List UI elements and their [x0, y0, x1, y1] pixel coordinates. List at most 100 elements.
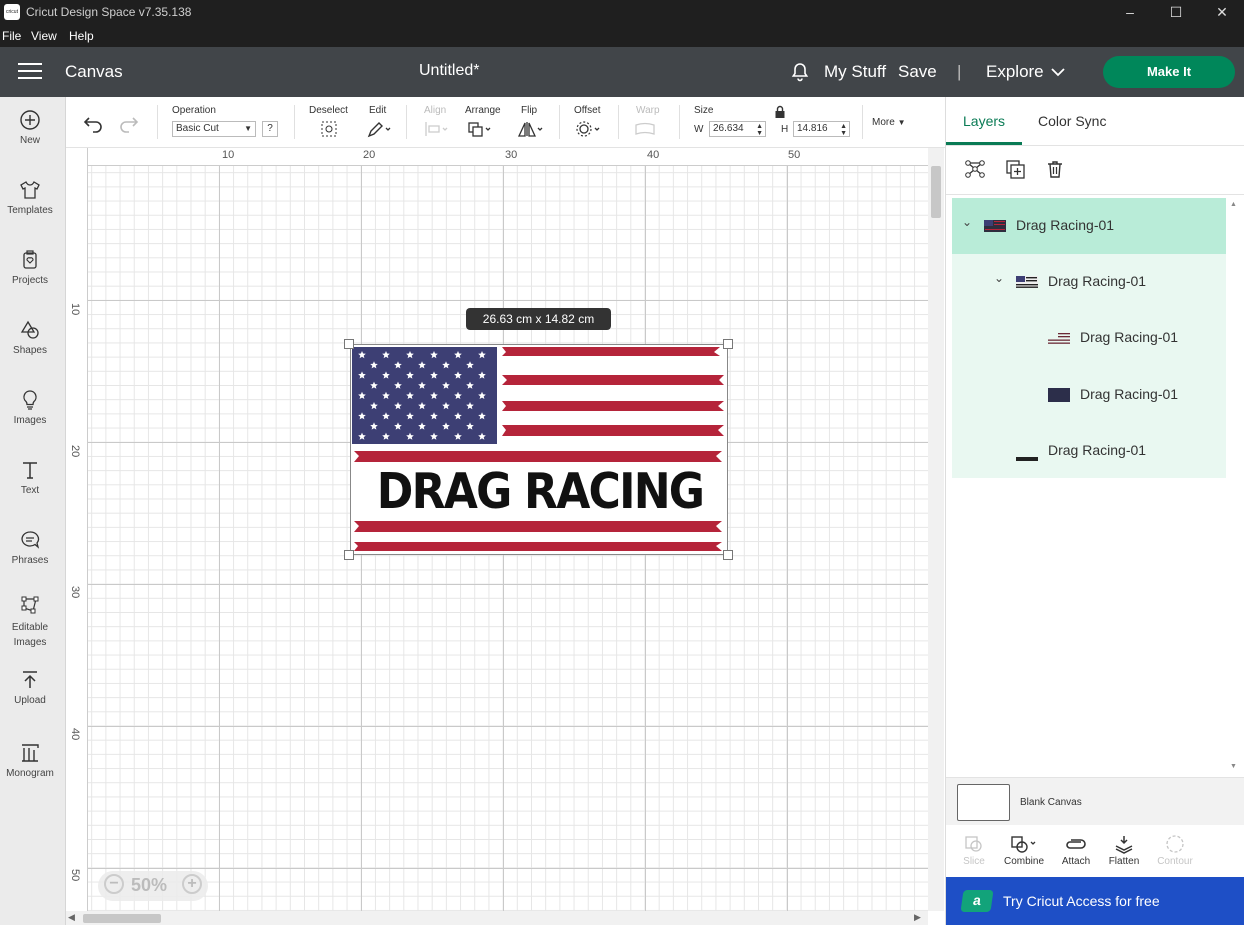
edit-pen-icon[interactable]: [366, 119, 394, 142]
ruler-tick-label: 30: [69, 586, 81, 599]
chevron-down-icon[interactable]: ⌄: [994, 271, 1004, 285]
menu-help[interactable]: Help: [69, 29, 94, 43]
scroll-left-arrow-icon[interactable]: ◀: [68, 912, 75, 923]
sidebar-label: Upload: [14, 695, 46, 706]
menu-file[interactable]: File: [2, 29, 21, 43]
height-input[interactable]: 14.816 ▲ ▼: [793, 121, 850, 137]
zoom-out-button[interactable]: −: [104, 874, 124, 894]
app-logo: cricut: [4, 4, 20, 20]
chevron-down-icon[interactable]: ⌄: [962, 215, 972, 229]
my-stuff-link[interactable]: My Stuff: [824, 62, 886, 82]
layer-row-stars[interactable]: Drag Racing-01: [952, 367, 1226, 423]
sidebar-label: Phrases: [11, 555, 49, 566]
blank-canvas-swatch[interactable]: [957, 784, 1010, 821]
tab-color-sync[interactable]: Color Sync: [1038, 113, 1106, 129]
minimize-button[interactable]: –: [1107, 0, 1153, 26]
more-menu[interactable]: More ▼: [872, 117, 906, 128]
sidebar-item-shapes[interactable]: Shapes: [0, 319, 60, 356]
menu-view[interactable]: View: [31, 29, 57, 43]
hamburger-menu-icon[interactable]: [18, 63, 42, 81]
explore-menu[interactable]: Explore: [986, 62, 1044, 82]
projects-icon: [19, 249, 41, 271]
flatten-label: Flatten: [1108, 856, 1140, 867]
layer-thumbnail: [984, 219, 1006, 232]
maximize-button[interactable]: ☐: [1153, 0, 1199, 26]
layer-name: Drag Racing-01: [1016, 217, 1115, 233]
close-window-button[interactable]: ✕: [1199, 0, 1244, 26]
try-cricut-access-text: Try Cricut Access for free: [1003, 893, 1160, 909]
offset-label: Offset: [574, 105, 601, 116]
flatten-button[interactable]: Flatten: [1098, 834, 1150, 867]
operation-select[interactable]: Basic Cut ▼: [172, 121, 256, 137]
edit-toolbar: Operation Basic Cut ▼ ? Deselect Edit Ali…: [66, 97, 945, 148]
tab-layers[interactable]: Layers: [963, 113, 1005, 129]
duplicate-icon[interactable]: [1005, 159, 1027, 184]
deselect-label: Deselect: [309, 105, 348, 116]
operation-value: Basic Cut: [176, 123, 219, 134]
layer-thumbnail: [1048, 331, 1070, 344]
ruler-tick-label: 40: [69, 728, 81, 741]
trash-icon[interactable]: [1045, 159, 1065, 184]
vertical-scrollbar[interactable]: [928, 148, 944, 911]
operation-help-button[interactable]: ?: [262, 121, 278, 137]
layer-row-subgroup[interactable]: ⌄ Drag Racing-01: [952, 254, 1226, 310]
make-it-button[interactable]: Make It: [1103, 56, 1235, 88]
vertical-scroll-thumb[interactable]: [931, 166, 941, 218]
horizontal-scroll-thumb[interactable]: [83, 914, 161, 923]
layer-row-group[interactable]: ⌄ Drag Racing-01: [952, 198, 1226, 254]
window-title: Cricut Design Space v7.35.138: [26, 5, 192, 19]
slice-button[interactable]: Slice: [948, 834, 1000, 867]
horizontal-scrollbar[interactable]: ◀ ▶: [66, 911, 928, 925]
zoom-in-button[interactable]: +: [182, 874, 202, 894]
resize-handle-top-right[interactable]: [723, 339, 733, 349]
layer-thumbnail: [1016, 448, 1038, 461]
save-button[interactable]: Save: [898, 62, 937, 82]
header-divider: |: [957, 62, 962, 81]
title-bar: cricut Cricut Design Space v7.35.138 – ☐…: [0, 0, 1244, 26]
group-layers-icon[interactable]: [964, 159, 986, 184]
combine-button[interactable]: Combine: [998, 834, 1050, 867]
speech-bubble-icon: [19, 529, 41, 551]
selected-design[interactable]: DRAG RACING: [344, 339, 733, 560]
try-cricut-access-banner[interactable]: a Try Cricut Access for free: [946, 877, 1244, 925]
scroll-right-arrow-icon[interactable]: ▶: [914, 912, 921, 923]
layer-row-stripes[interactable]: Drag Racing-01: [952, 310, 1226, 366]
ruler-tick-label: 50: [788, 149, 801, 161]
chevron-down-icon[interactable]: [1050, 65, 1066, 83]
flatten-icon: [1098, 834, 1150, 856]
undo-icon[interactable]: [82, 113, 104, 138]
lock-icon[interactable]: [774, 105, 786, 124]
arrange-icon[interactable]: [466, 119, 494, 142]
sidebar-item-images[interactable]: Images: [0, 389, 60, 426]
sidebar-item-templates[interactable]: Templates: [0, 179, 60, 216]
sidebar-item-text[interactable]: Text: [0, 459, 60, 496]
sidebar-label: New: [19, 135, 40, 146]
app-header: Canvas Untitled* My Stuff Save | Explore…: [0, 47, 1244, 97]
blank-canvas-row[interactable]: Blank Canvas: [946, 777, 1244, 825]
edit-label: Edit: [369, 105, 387, 116]
notification-bell-icon[interactable]: [790, 62, 810, 87]
sidebar-item-projects[interactable]: Projects: [0, 249, 60, 286]
resize-handle-top-left[interactable]: [344, 339, 354, 349]
contour-button[interactable]: Contour: [1149, 834, 1201, 867]
sidebar-item-monogram[interactable]: Monogram: [0, 742, 60, 779]
sidebar-item-phrases[interactable]: Phrases: [0, 529, 60, 566]
resize-handle-bottom-left[interactable]: [344, 550, 354, 560]
monogram-icon: [19, 742, 41, 764]
sidebar-item-new[interactable]: New: [0, 109, 60, 146]
offset-icon[interactable]: [574, 119, 602, 142]
ruler-tick-label: 10: [69, 303, 81, 316]
flip-icon[interactable]: [517, 119, 545, 142]
redo-icon[interactable]: [118, 113, 140, 138]
width-input[interactable]: 26.634 ▲ ▼: [709, 121, 766, 137]
sidebar-item-editable-images[interactable]: Editable Images: [0, 594, 60, 650]
resize-handle-bottom-right[interactable]: [723, 550, 733, 560]
layer-row-text[interactable]: Drag Racing-01: [952, 423, 1226, 479]
warp-icon: [633, 119, 657, 142]
attach-button[interactable]: Attach: [1050, 834, 1102, 867]
attach-icon: [1050, 834, 1102, 856]
deselect-icon[interactable]: [319, 119, 339, 142]
combine-icon: [998, 834, 1050, 856]
layers-scrollbar[interactable]: ▲ ▼: [1228, 201, 1241, 771]
sidebar-item-upload[interactable]: Upload: [0, 669, 60, 706]
